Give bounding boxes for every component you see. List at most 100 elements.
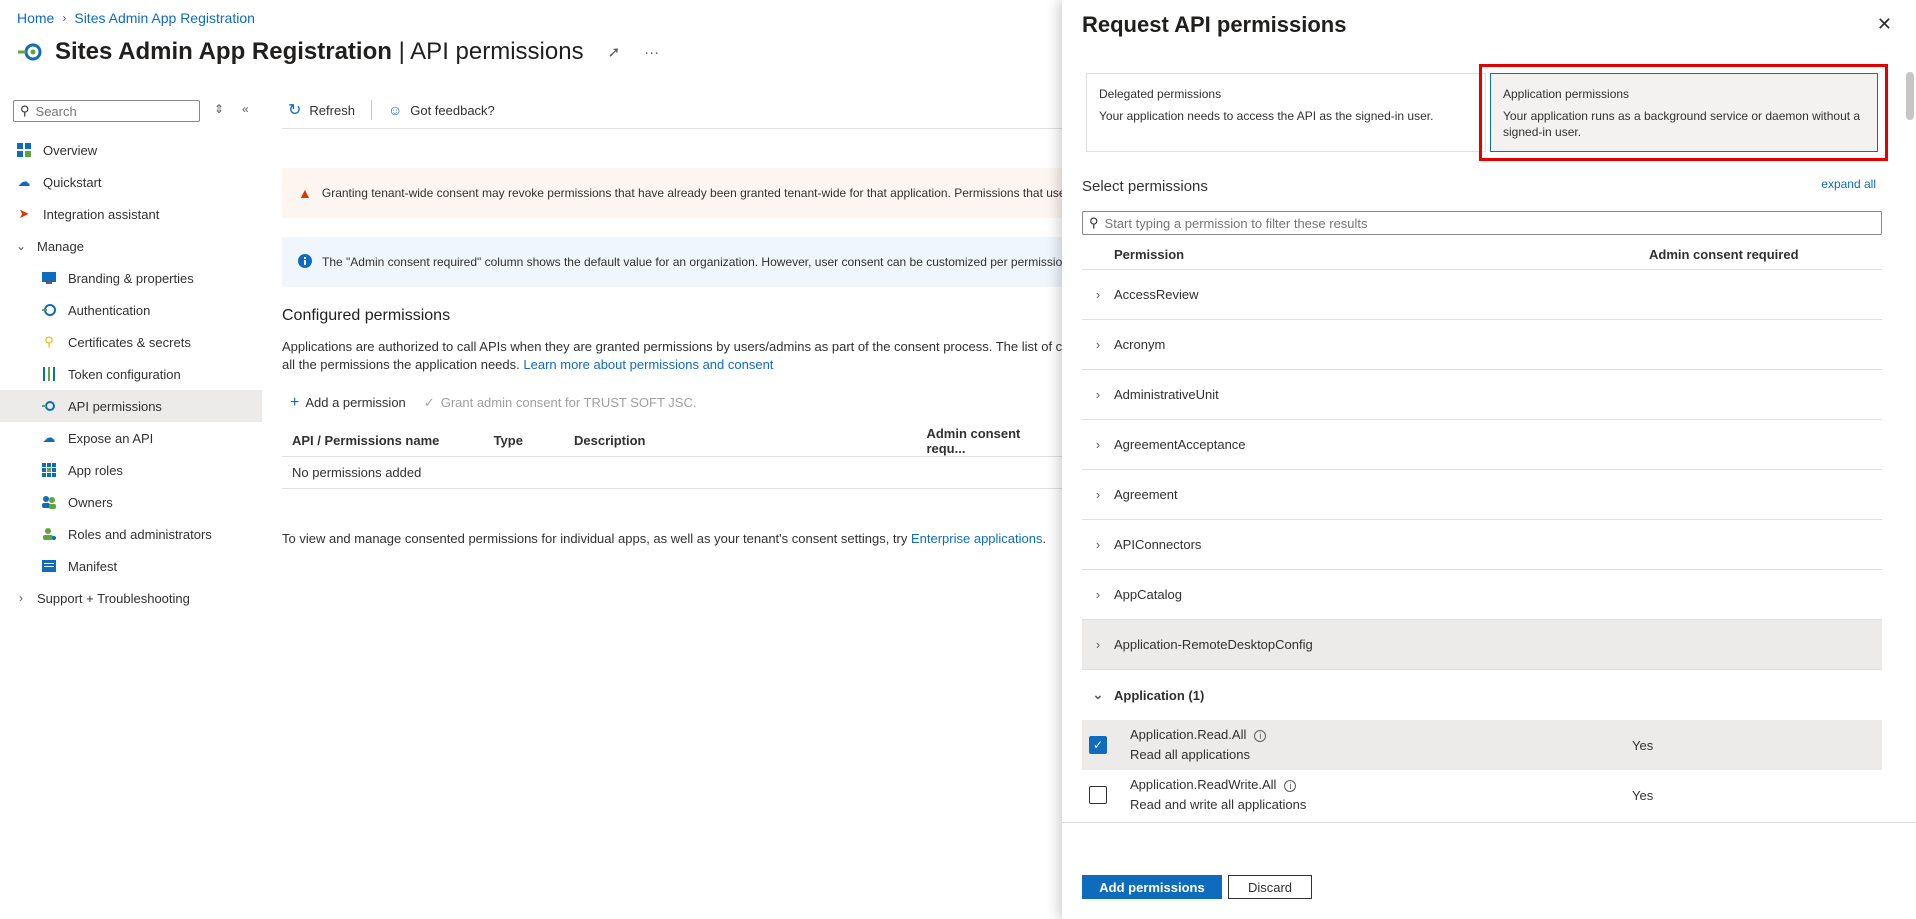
collapse-icon[interactable]: « [242,102,249,116]
admin-consent-value: Yes [1632,787,1654,803]
permission-group[interactable]: › AgreementAcceptance [1082,420,1882,470]
sidebar-item-manifest[interactable]: Manifest [0,550,262,582]
chevron-right-icon: › [1095,537,1101,552]
more-icon[interactable]: ··· [644,44,659,61]
permission-group-expanded[interactable]: ⌄ Application (1) [1082,670,1882,720]
permission-group[interactable]: › Acronym [1082,320,1882,370]
search-icon: ⚲ [20,103,30,118]
sidebar: Overview ☁ Quickstart ➤ Integration assi… [0,134,262,614]
expand-all-link[interactable]: expand all [1821,177,1876,191]
sidebar-search[interactable]: ⚲ [13,100,200,122]
sort-icon[interactable]: ⇕ [214,102,224,116]
overview-icon [15,141,33,159]
add-permissions-button[interactable]: Add permissions [1082,875,1222,899]
warning-banner: ▲ Granting tenant-wide consent may revok… [282,168,1062,218]
api-icon [40,397,58,415]
column-header[interactable]: API / Permissions name [282,433,494,448]
column-header[interactable]: Type [494,433,574,448]
permission-name: Application.Read.All [1130,727,1247,742]
learn-more-link[interactable]: Learn more about permissions and consent [523,357,773,372]
permission-checkbox[interactable]: ✓ [1089,736,1107,754]
sidebar-item-expose-api[interactable]: ☁ Expose an API [0,422,262,454]
add-permission-button[interactable]: + Add a permission [290,394,406,412]
admin-consent-value: Yes [1632,737,1654,753]
breadcrumb-home[interactable]: Home [17,10,54,26]
breadcrumb-current[interactable]: Sites Admin App Registration [74,10,255,26]
sidebar-item-integration-assistant[interactable]: ➤ Integration assistant [0,198,262,230]
close-icon[interactable]: ✕ [1877,14,1892,35]
permission-desc: Read and write all applications [1130,797,1307,812]
sidebar-item-app-roles[interactable]: App roles [0,454,262,486]
authentication-icon [40,301,58,319]
sidebar-item-api-permissions[interactable]: API permissions [0,390,262,422]
checkmark-icon: ✓ [423,395,435,410]
info-icon [298,253,312,271]
sidebar-item-overview[interactable]: Overview [0,134,262,166]
grant-admin-consent-button[interactable]: ✓ Grant admin consent for TRUST SOFT JSC. [424,395,697,411]
permission-filter-input[interactable] [1104,215,1865,231]
configured-permissions-title: Configured permissions [282,307,451,324]
permission-filter[interactable]: ⚲ [1082,211,1882,235]
permission-group[interactable]: › AdministrativeUnit [1082,370,1882,420]
permission-list-header: Permission Admin consent required [1082,240,1882,270]
rocket-icon: ➤ [18,206,30,221]
column-header[interactable]: Description [574,433,926,448]
warning-icon: ▲ [298,185,312,201]
refresh-button[interactable]: ↻ Refresh [282,100,361,120]
info-banner: The "Admin consent required" column show… [282,237,1062,287]
permission-actions: + Add a permission ✓ Grant admin consent f… [290,394,696,412]
panel-footer-divider [1062,822,1916,823]
info-icon[interactable]: i [1284,779,1297,792]
panel-scrollbar[interactable] [1906,72,1914,120]
permission-group[interactable]: › Application-RemoteDesktopConfig [1082,620,1882,670]
info-icon[interactable]: i [1254,729,1267,742]
toolbar-divider-line [282,128,1062,129]
feedback-button[interactable]: ☺ Got feedback? [382,102,501,118]
permission-checkbox[interactable] [1089,786,1107,804]
permission-group[interactable]: › Agreement [1082,470,1882,520]
branding-icon [40,269,58,287]
feedback-icon: ☺ [387,102,403,118]
discard-button[interactable]: Discard [1228,875,1312,899]
sidebar-item-support[interactable]: › Support + Troubleshooting [0,582,262,614]
delegated-permissions-option[interactable]: Delegated permissions Your application n… [1086,73,1486,152]
chevron-right-icon: › [1095,587,1101,602]
permission-group[interactable]: › AppCatalog [1082,570,1882,620]
permission-desc: Read all applications [1130,747,1250,762]
toolbar: ↻ Refresh ☺ Got feedback? [282,100,501,120]
permission-row[interactable]: Application.ReadWrite.All i Read and write… [1082,770,1882,820]
consent-footer-note: To view and manage consented permissions… [282,531,1047,546]
toolbar-divider [370,100,372,120]
sidebar-item-token-configuration[interactable]: Token configuration [0,358,262,390]
sidebar-item-owners[interactable]: Owners [0,486,262,518]
enterprise-applications-link[interactable]: Enterprise applications [911,531,1043,546]
title-row: Sites Admin App Registration | API permi… [17,38,659,66]
token-icon [40,365,58,383]
pin-icon[interactable]: ➚ [608,43,621,61]
panel-title: Request API permissions [1082,12,1347,37]
search-icon: ⚲ [1089,215,1099,230]
owners-icon [40,493,58,511]
chevron-right-icon: › [1095,287,1101,302]
chevron-right-icon: › [1095,437,1101,452]
configured-permissions-desc: Applications are authorized to call APIs… [282,339,1062,372]
table-header: API / Permissions name Type Description … [282,425,1062,457]
sidebar-item-quickstart[interactable]: ☁ Quickstart [0,166,262,198]
sidebar-item-certificates[interactable]: ⚲ Certificates & secrets [0,326,262,358]
chevron-down-icon: ⌄ [1092,687,1104,702]
cloud-icon: ☁ [17,174,31,189]
column-header[interactable]: Admin consent requ... [926,426,1062,456]
sidebar-item-branding[interactable]: Branding & properties [0,262,262,294]
permission-group[interactable]: › AccessReview [1082,270,1882,320]
sidebar-item-manage[interactable]: ⌄ Manage [0,230,262,262]
key-icon: ⚲ [44,334,54,349]
roles-icon [40,525,58,543]
application-permissions-option[interactable]: Application permissions Your application… [1490,73,1878,152]
sidebar-item-roles-admins[interactable]: Roles and administrators [0,518,262,550]
sidebar-item-authentication[interactable]: Authentication [0,294,262,326]
sidebar-search-input[interactable] [35,103,186,119]
breadcrumb: Home › Sites Admin App Registration [17,10,255,26]
permission-row[interactable]: ✓ Application.Read.All i Read all applicat… [1082,720,1882,770]
permission-group[interactable]: › APIConnectors [1082,520,1882,570]
chevron-down-icon: ⌄ [15,239,27,253]
